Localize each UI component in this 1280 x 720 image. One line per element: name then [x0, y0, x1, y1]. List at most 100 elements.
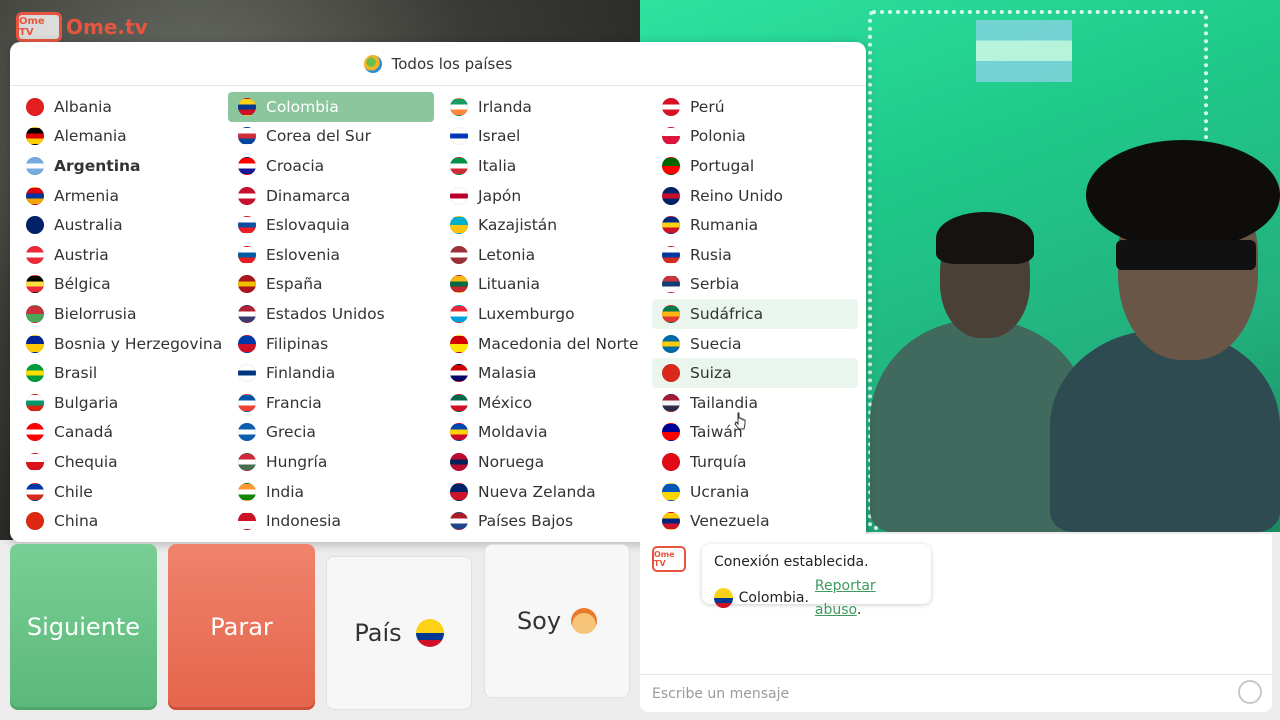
country-flag-icon [662, 127, 680, 146]
country-option[interactable]: Chequia [16, 447, 228, 477]
country-option-label: Polonia [690, 127, 746, 146]
country-option-label: Macedonia del Norte [478, 334, 639, 353]
country-option[interactable]: Bélgica [16, 270, 228, 300]
stop-button[interactable]: Parar [168, 544, 315, 710]
country-option[interactable]: Irlanda [440, 92, 652, 122]
country-option[interactable]: Polonia [652, 122, 864, 152]
next-button[interactable]: Siguiente [10, 544, 157, 710]
country-option[interactable]: Luxemburgo [440, 299, 652, 329]
system-message-bubble: Conexión establecida. Colombia. Reportar… [702, 544, 931, 618]
country-option[interactable]: Brasil [16, 358, 228, 388]
argentina-flag-on-wall [976, 20, 1072, 82]
country-flag-icon [238, 364, 256, 383]
country-flag-icon [238, 156, 256, 175]
country-option[interactable]: Suecia [652, 329, 864, 359]
country-option[interactable]: España [228, 270, 440, 300]
country-dropdown-header[interactable]: Todos los países [10, 42, 866, 86]
country-flag-icon [450, 304, 468, 323]
country-option[interactable]: Serbia [652, 270, 864, 300]
country-option[interactable]: Argentina [16, 151, 228, 181]
country-selector-button[interactable]: País [326, 556, 472, 710]
country-flag-icon [662, 334, 680, 353]
report-abuse-link[interactable]: Reportar abuso [815, 578, 876, 618]
country-option[interactable]: Reino Unido [652, 181, 864, 211]
country-option[interactable]: Armenia [16, 181, 228, 211]
country-option-label: Filipinas [266, 334, 329, 353]
message-input-placeholder: Escribe un mensaje [652, 685, 790, 702]
country-option[interactable]: Japón [440, 181, 652, 211]
connection-status-text: Conexión establecida. [714, 554, 869, 570]
country-option[interactable]: Hungría [228, 447, 440, 477]
country-option[interactable]: México [440, 388, 652, 418]
country-option[interactable]: Kazajistán [440, 210, 652, 240]
country-option[interactable]: Grecia [228, 418, 440, 448]
country-option[interactable]: Albania [16, 92, 228, 122]
country-option[interactable]: China [16, 506, 228, 536]
country-option[interactable]: India [228, 477, 440, 507]
emoji-icon[interactable] [1238, 680, 1262, 704]
country-option-label: Israel [478, 127, 521, 146]
country-option[interactable]: Nueva Zelanda [440, 477, 652, 507]
country-option[interactable]: Taiwán [652, 418, 864, 448]
country-option-label: Albania [54, 97, 112, 116]
country-option[interactable]: Rusia [652, 240, 864, 270]
country-flag-icon [450, 512, 468, 531]
country-option[interactable]: Austria [16, 240, 228, 270]
country-flag-icon [450, 216, 468, 235]
country-flag-icon [662, 482, 680, 501]
country-option[interactable]: Filipinas [228, 329, 440, 359]
country-option[interactable]: Dinamarca [228, 181, 440, 211]
country-option[interactable]: Rumania [652, 210, 864, 240]
country-option-label: México [478, 393, 533, 412]
country-option[interactable]: Suiza [652, 358, 858, 388]
country-option[interactable]: Sudáfrica [652, 299, 858, 329]
all-countries-option[interactable]: Todos los países [392, 55, 513, 73]
country-option[interactable]: Noruega [440, 447, 652, 477]
country-option[interactable]: Francia [228, 388, 440, 418]
country-option[interactable]: Alemania [16, 122, 228, 152]
country-option[interactable]: Italia [440, 151, 652, 181]
country-option[interactable]: Portugal [652, 151, 864, 181]
country-option[interactable]: Países Bajos [440, 506, 652, 536]
country-option[interactable]: Eslovenia [228, 240, 440, 270]
country-option[interactable]: Turquía [652, 447, 864, 477]
country-option[interactable]: Ucrania [652, 477, 864, 507]
country-option[interactable]: Estados Unidos [228, 299, 440, 329]
country-option[interactable]: Lituania [440, 270, 652, 300]
country-option[interactable]: Eslovaquia [228, 210, 440, 240]
country-flag-icon [238, 186, 256, 205]
country-option[interactable]: Tailandia [652, 388, 864, 418]
country-option[interactable]: Bulgaria [16, 388, 228, 418]
country-option[interactable]: Bosnia y Herzegovina [16, 329, 228, 359]
country-option[interactable]: Israel [440, 122, 652, 152]
country-option[interactable]: Indonesia [228, 506, 440, 536]
country-option[interactable]: Perú [652, 92, 864, 122]
country-option[interactable]: Bielorrusia [16, 299, 228, 329]
country-option[interactable]: Malasia [440, 358, 652, 388]
country-option-label: Colombia [266, 97, 339, 116]
message-input[interactable]: Escribe un mensaje [640, 674, 1272, 712]
country-option-label: Japón [478, 186, 522, 205]
country-option-label: Australia [54, 216, 123, 235]
country-option[interactable]: Venezuela [652, 506, 864, 536]
country-option[interactable]: Macedonia del Norte [440, 329, 652, 359]
country-option[interactable]: Moldavia [440, 418, 652, 448]
country-option-label: Chile [54, 482, 93, 501]
ometv-chat-logo-icon: Ome TV [652, 546, 686, 572]
country-flag-icon [450, 482, 468, 501]
country-option[interactable]: Colombia [228, 92, 434, 122]
country-option[interactable]: Corea del Sur [228, 122, 440, 152]
country-option[interactable]: Chile [16, 477, 228, 507]
country-option[interactable]: Letonia [440, 240, 652, 270]
country-option[interactable]: Canadá [16, 418, 228, 448]
gender-selector-button[interactable]: Soy [484, 544, 630, 698]
country-flag-icon [26, 186, 44, 205]
country-flag-icon [238, 334, 256, 353]
stop-button-label: Parar [210, 613, 273, 641]
country-option[interactable]: Croacia [228, 151, 440, 181]
country-option-label: España [266, 275, 323, 294]
country-option[interactable]: Finlandia [228, 358, 440, 388]
country-flag-icon [450, 186, 468, 205]
country-flag-icon [662, 156, 680, 175]
country-option[interactable]: Australia [16, 210, 228, 240]
